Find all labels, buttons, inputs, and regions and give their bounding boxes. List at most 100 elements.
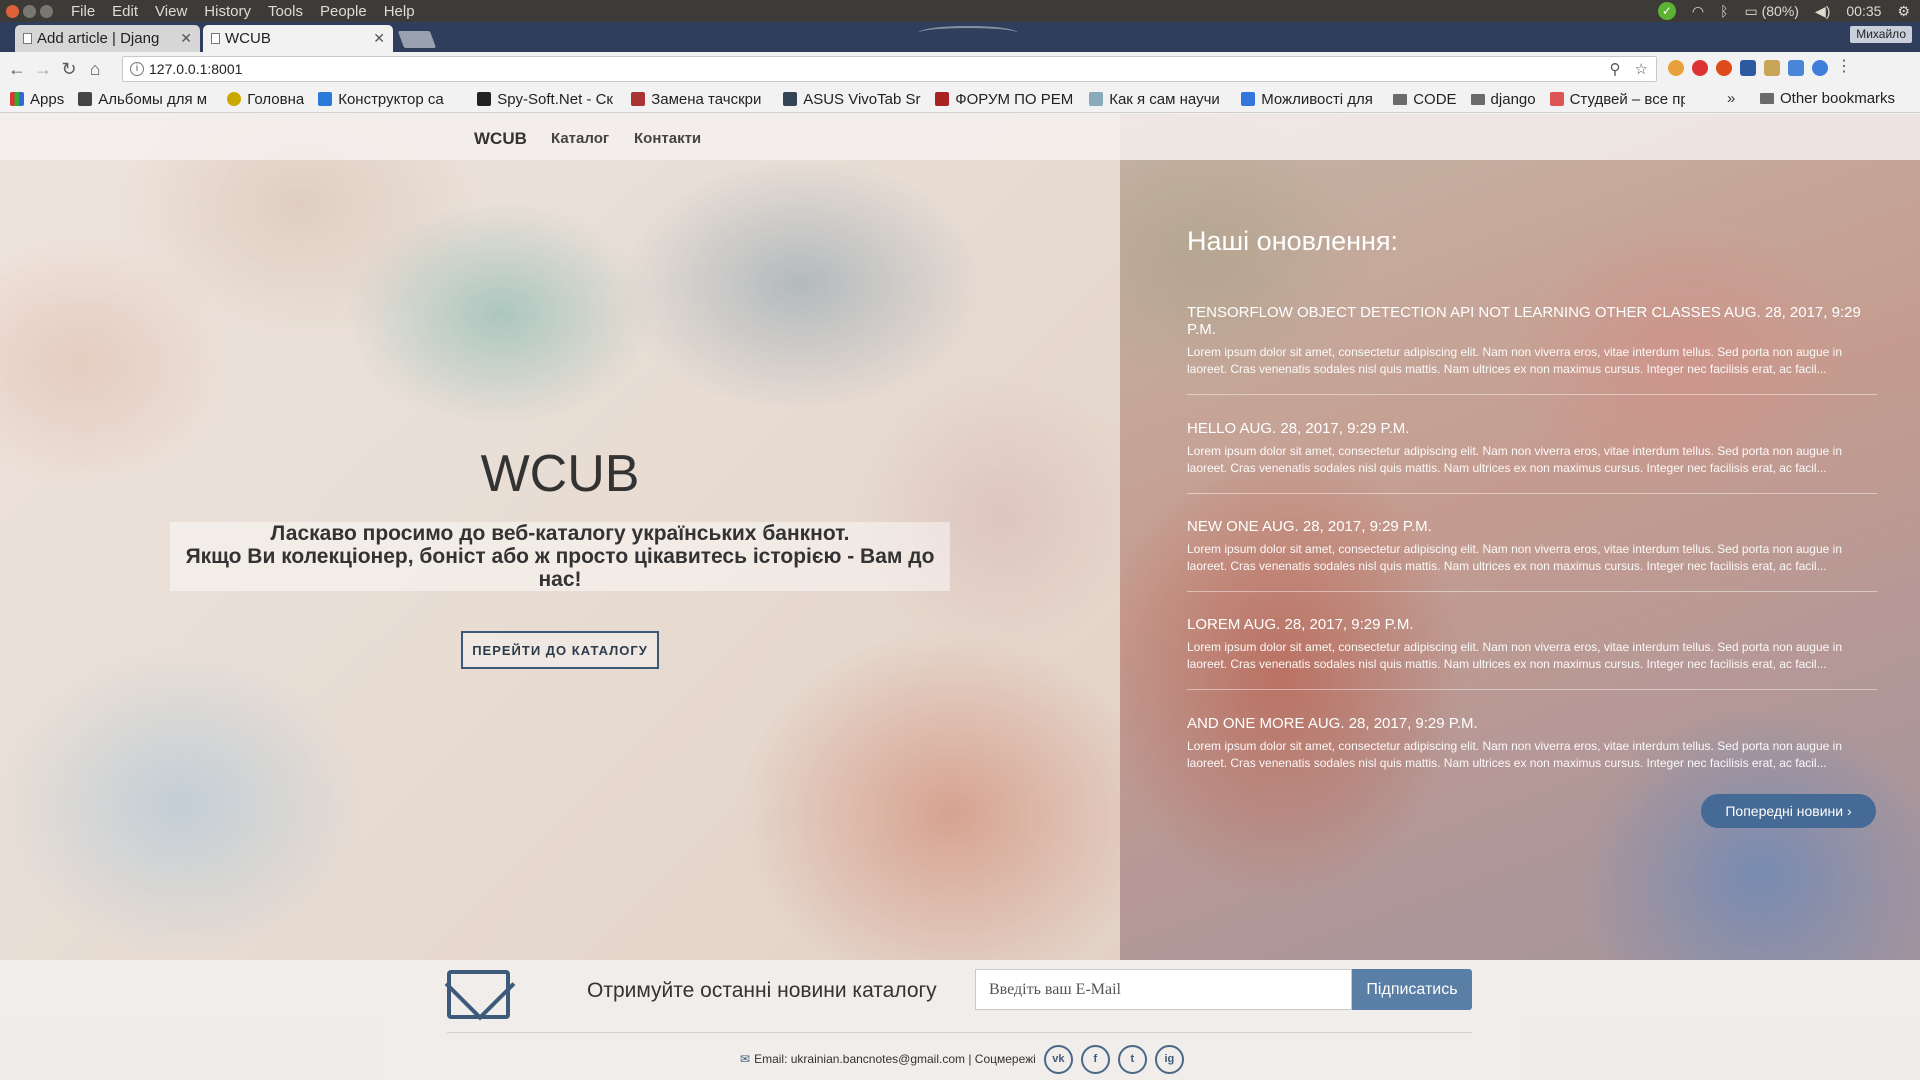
hero-welcome-text: Ласкаво просимо до веб-каталогу українсь… [170,522,950,591]
news-item[interactable]: LOREM AUG. 28, 2017, 9:29 P.M. Lorem ips… [1187,616,1877,690]
twitter-icon[interactable]: t [1117,1044,1147,1074]
battery-status[interactable]: ▭ (80%) [1744,3,1798,20]
globe-extension-icon[interactable] [1812,60,1828,76]
menu-help[interactable]: Help [384,3,415,20]
nav-contacts[interactable]: Контакти [634,130,701,147]
cookie-extension-icon[interactable] [1668,60,1684,76]
close-window-button[interactable] [6,4,19,18]
translate-extension-icon[interactable] [1788,60,1804,76]
bookmark-label: django [1490,90,1536,108]
bookmark-item[interactable]: ASUS VivoTab Sr [783,91,921,108]
nav-catalog[interactable]: Каталог [551,130,609,147]
go-to-catalog-button[interactable]: ПЕРЕЙТИ ДО КАТАЛОГУ [461,631,659,669]
app-menu: File Edit View History Tools People Help [71,3,415,20]
news-heading: Наші оновлення: [1187,226,1399,256]
bookmark-item[interactable]: ФОРУМ ПО РЕМ [935,91,1075,108]
instagram-icon[interactable]: ig [1154,1044,1184,1074]
bookmark-item[interactable]: Конструктор са [318,91,463,108]
favicon-icon [935,92,950,106]
footer-divider [447,1032,1472,1033]
image-extension-icon[interactable] [1764,60,1780,76]
page-icon [211,33,220,44]
apps-grid-icon [10,92,24,106]
menu-file[interactable]: File [71,3,95,20]
reload-icon[interactable]: ↻ [56,59,82,80]
bookmark-item[interactable]: Головна [227,91,304,108]
footer-email-text: Email: ukrainian.bancnotes@gmail.com | С… [754,1052,1036,1066]
news-title[interactable]: LOREM AUG. 28, 2017, 9:29 P.M. [1187,616,1877,633]
facebook-icon[interactable]: f [1080,1044,1110,1074]
opera-vpn-extension-icon[interactable] [1692,60,1708,76]
bookmark-item[interactable]: Замена тачскри [631,91,769,108]
toolbar: ← → ↻ ⌂ i 127.0.0.1:8001 ⚲ ☆ ⋮ [0,52,1920,86]
close-tab-icon[interactable]: ✕ [373,30,385,47]
subscribe-button[interactable]: Підписатись [1352,969,1472,1010]
more-bookmarks-chevron-icon[interactable]: » [1727,90,1735,107]
chrome-menu-icon[interactable]: ⋮ [1836,59,1852,76]
home-icon[interactable]: ⌂ [82,59,108,80]
news-title[interactable]: TENSORFLOW OBJECT DETECTION API NOT LEAR… [1187,304,1877,338]
volume-icon[interactable]: ◀) [1815,3,1830,20]
previous-news-button[interactable]: Попередні новини › [1701,794,1876,828]
bluetooth-icon[interactable]: ᛒ [1720,3,1728,19]
clock[interactable]: 00:35 [1846,3,1881,19]
bookmark-item[interactable]: Можливості для [1241,91,1379,108]
news-title[interactable]: NEW ONE AUG. 28, 2017, 9:29 P.M. [1187,518,1877,535]
news-title[interactable]: AND ONE MORE AUG. 28, 2017, 9:29 P.M. [1187,715,1877,732]
site-info-icon[interactable]: i [130,62,144,76]
bookmark-item[interactable]: Студвей – все пр [1549,90,1685,108]
minimize-window-button[interactable] [23,4,36,18]
bookmark-label: ASUS VivoTab Sr [803,90,921,108]
wifi-icon[interactable]: ◠ [1692,3,1704,20]
bookmark-item[interactable]: Альбомы для м [78,91,213,108]
update-check-icon[interactable]: ✓ [1657,2,1676,20]
envelope-small-icon: ✉ [740,1052,751,1066]
bookmark-item[interactable]: Как я сам научи [1089,91,1227,108]
email-input[interactable]: Введіть ваш E-Mail [975,969,1352,1010]
news-excerpt: Lorem ipsum dolor sit amet, consectetur … [1187,444,1842,475]
tab-wcub[interactable]: WCUB ✕ [203,25,393,52]
news-item[interactable]: NEW ONE AUG. 28, 2017, 9:29 P.M. Lorem i… [1187,518,1877,592]
other-bookmarks-folder[interactable]: Other bookmarks [1760,90,1895,107]
address-bar[interactable]: i 127.0.0.1:8001 ⚲ ☆ [122,56,1657,82]
menu-tools[interactable]: Tools [268,3,303,20]
settings-gear-icon[interactable]: ⚙ [1897,3,1910,20]
bookmark-item[interactable]: Spy-Soft.Net - Ск [477,91,617,108]
envelope-icon [447,970,510,1019]
news-item[interactable]: TENSORFLOW OBJECT DETECTION API NOT LEAR… [1187,304,1877,395]
news-item[interactable]: AND ONE MORE AUG. 28, 2017, 9:29 P.M. Lo… [1187,715,1877,788]
menu-view[interactable]: View [155,3,187,20]
fox-extension-icon[interactable] [1716,60,1732,76]
new-tab-button[interactable] [397,31,437,48]
favicon-icon [78,92,93,106]
maximize-window-button[interactable] [40,4,53,18]
bookmark-folder-code[interactable]: CODE [1393,91,1457,108]
menu-people[interactable]: People [320,3,367,20]
profile-button[interactable]: Михайло [1850,26,1912,43]
window-controls [6,4,53,18]
zoom-icon[interactable]: ⚲ [1610,60,1621,78]
robot-extension-icon[interactable] [1740,60,1756,76]
tab-add-article[interactable]: Add article | Djang ✕ [15,25,200,52]
news-excerpt: Lorem ipsum dolor sit amet, consectetur … [1187,640,1842,671]
news-item[interactable]: HELLO AUG. 28, 2017, 9:29 P.M. Lorem ips… [1187,420,1877,494]
bookmark-apps[interactable]: Apps [10,91,64,108]
bookmark-star-icon[interactable]: ☆ [1635,60,1648,78]
page-icon [23,33,32,44]
vk-icon[interactable]: vk [1043,1044,1073,1074]
close-tab-icon[interactable]: ✕ [180,30,192,47]
bookmark-label: Spy-Soft.Net - Ск [497,90,613,108]
hero-line-1: Ласкаво просимо до веб-каталогу українсь… [270,522,850,545]
folder-icon [1393,93,1408,105]
bookmark-label: Конструктор са [338,90,444,108]
news-title[interactable]: HELLO AUG. 28, 2017, 9:29 P.M. [1187,420,1877,437]
folder-icon [1470,93,1485,105]
menu-edit[interactable]: Edit [112,3,138,20]
brand-logo[interactable]: WCUB [474,129,527,149]
favicon-icon [227,92,242,106]
back-arrow-icon[interactable]: ← [4,59,30,80]
forward-arrow-icon[interactable]: → [30,59,56,80]
bookmark-label: Студвей – все пр [1569,90,1685,108]
menu-history[interactable]: History [204,3,251,20]
bookmark-folder-django[interactable]: django [1470,90,1536,108]
